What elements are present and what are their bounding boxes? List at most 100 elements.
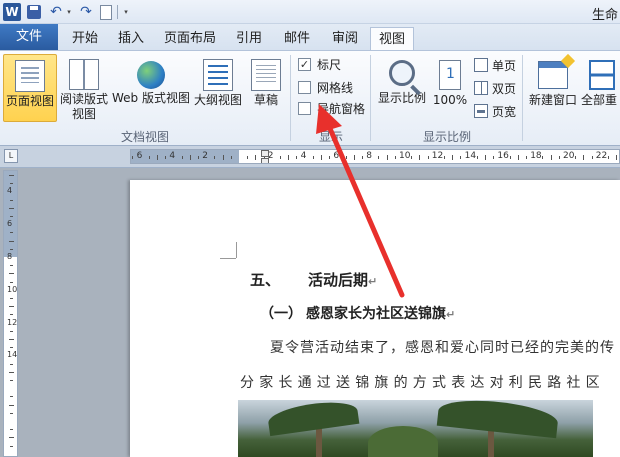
- ruler-tick: [460, 156, 462, 159]
- ruler-tick: [247, 156, 249, 159]
- ruler-tick: [189, 155, 191, 160]
- title-bar: W ↶ ▾ ↷ ▾ 生命: [0, 0, 620, 24]
- zoom-button[interactable]: 显示比例: [376, 54, 428, 122]
- first-line-indent-marker[interactable]: [261, 150, 269, 157]
- ruler-tick: [411, 156, 413, 159]
- ruler-tick: [550, 155, 552, 160]
- tab-mailings[interactable]: 邮件: [276, 27, 318, 50]
- ruler-tick: [9, 371, 14, 373]
- ruler-tick: [9, 240, 14, 242]
- body-paragraph-line-1[interactable]: 夏令营活动结束了，感恩和爱心同时已经的完美的传: [270, 337, 615, 357]
- ruler-tick: [575, 156, 577, 159]
- ruler-tick: [542, 156, 544, 159]
- ruler-tick: [345, 156, 347, 159]
- heading-1[interactable]: 五、 活动后期↵: [250, 269, 377, 290]
- ruler-tick: [10, 265, 13, 267]
- heading-2[interactable]: （一） 感恩家长为社区送锦旗↵: [260, 303, 455, 323]
- document-views-group-label: 文档视图: [120, 130, 169, 144]
- zoom-group-label: 显示比例: [422, 130, 471, 144]
- tab-view[interactable]: 视图: [370, 27, 414, 50]
- heading-1-number: 五、: [250, 271, 281, 289]
- tab-review[interactable]: 审阅: [324, 27, 366, 50]
- heading-2-text: 感恩家长为社区送锦旗: [306, 306, 446, 322]
- quick-access-separator: [117, 5, 118, 19]
- ruler-tick: [214, 156, 216, 159]
- tab-selector[interactable]: L: [4, 149, 18, 163]
- ruler-tick: [493, 156, 495, 159]
- new-window-button[interactable]: 新建窗口: [526, 54, 580, 122]
- ruler-tick: [10, 248, 13, 250]
- group-separator: [370, 55, 371, 141]
- body-paragraph-line-2[interactable]: 分家长通过送锦旗的方式表达对利民路社区: [240, 372, 605, 392]
- ruler-number: 6: [333, 151, 340, 161]
- ruler-tick: [616, 155, 618, 160]
- document-page[interactable]: 五、 活动后期↵ （一） 感恩家长为社区送锦旗↵ 夏令营活动结束了，感恩和爱心同时已…: [130, 180, 620, 457]
- palm-fronds: [266, 400, 360, 437]
- tab-insert[interactable]: 插入: [110, 27, 152, 50]
- tab-page-layout[interactable]: 页面布局: [156, 27, 224, 50]
- print-layout-button[interactable]: 页面视图: [3, 54, 57, 122]
- two-pages-icon: [474, 81, 488, 95]
- ruler-tick: [517, 155, 519, 160]
- ruler-tick: [10, 216, 13, 217]
- ruler-number: 4: [169, 151, 176, 161]
- ruler-number: 10: [7, 284, 18, 294]
- ruler-tick: [509, 156, 511, 159]
- save-icon[interactable]: [27, 5, 41, 19]
- vertical-ruler[interactable]: 4 6 8 10 12 14: [3, 170, 18, 457]
- outline-button[interactable]: 大纲视图: [192, 54, 244, 122]
- ruler-tick: [427, 156, 429, 159]
- ruler-tick: [10, 380, 13, 381]
- draft-button[interactable]: 草稿: [246, 54, 286, 122]
- ruler-tick: [9, 175, 14, 176]
- ruler-tick: [10, 298, 13, 299]
- ruler-tick: [10, 429, 13, 431]
- ruler-checkbox[interactable]: ✓ 标尺: [298, 55, 341, 73]
- ruler-number: 6: [136, 151, 143, 161]
- new-document-icon[interactable]: [100, 5, 112, 20]
- one-page-button[interactable]: 单页: [474, 55, 516, 75]
- arrange-all-button[interactable]: 全部重: [581, 54, 620, 122]
- ruler-tick: [132, 156, 134, 159]
- tab-references[interactable]: 引用: [228, 27, 270, 50]
- two-pages-label: 双页: [492, 81, 517, 96]
- two-pages-button[interactable]: 双页: [474, 78, 516, 98]
- ruler-number: 12: [7, 317, 18, 327]
- ruler-number: 20: [563, 151, 575, 161]
- navigation-pane-checkbox[interactable]: 导航窗格: [298, 99, 365, 117]
- undo-icon[interactable]: ↶: [48, 3, 64, 21]
- gridlines-checkbox[interactable]: 网格线: [298, 78, 353, 96]
- redo-icon[interactable]: ↷: [78, 3, 94, 21]
- window-title: 生命: [592, 8, 619, 23]
- word-logo-icon[interactable]: W: [3, 3, 21, 21]
- undo-dropdown-icon[interactable]: ▾: [65, 3, 73, 21]
- ruler-number: 8: [366, 151, 372, 161]
- ruler-tick: [444, 156, 445, 159]
- print-layout-icon: [15, 60, 45, 92]
- zoom-100-button[interactable]: 100%: [430, 54, 470, 122]
- page-width-button[interactable]: 页宽: [474, 101, 516, 121]
- gridlines-box: [298, 80, 311, 94]
- crop-mark: [236, 242, 237, 258]
- horizontal-ruler[interactable]: 6 4 2 2 4 6 8 10 12 14 16 18 20 22: [130, 149, 620, 164]
- ruler-tick: [10, 199, 13, 201]
- document-photo[interactable]: [238, 400, 593, 457]
- customize-quick-access-icon[interactable]: ▾: [122, 3, 130, 21]
- ruler-tick: [280, 156, 281, 159]
- ruler-check-icon: ✓: [298, 57, 311, 71]
- tab-home[interactable]: 开始: [62, 27, 108, 50]
- ruler-tick: [362, 156, 363, 159]
- ruler-tick: [198, 156, 199, 159]
- zoom-magnifier-icon: [389, 60, 415, 86]
- hanging-indent-marker[interactable]: [261, 158, 269, 163]
- ruler-bar: L 6 4 2 2 4 6 8 10 12 14 16 18 20 22: [0, 146, 620, 168]
- ribbon-tabs: 文件 开始 插入 页面布局 引用 邮件 审阅 视图: [0, 24, 620, 50]
- web-layout-button[interactable]: Web 版式视图: [111, 54, 191, 122]
- ruler-number: 16: [497, 151, 509, 161]
- ruler-tick: [9, 207, 14, 209]
- crop-mark: [220, 258, 236, 259]
- arrange-all-icon: [589, 60, 615, 90]
- ruler-tick: [558, 156, 560, 159]
- tab-file[interactable]: 文件: [0, 24, 58, 50]
- full-screen-reading-button[interactable]: 阅读版式 视图: [58, 54, 110, 122]
